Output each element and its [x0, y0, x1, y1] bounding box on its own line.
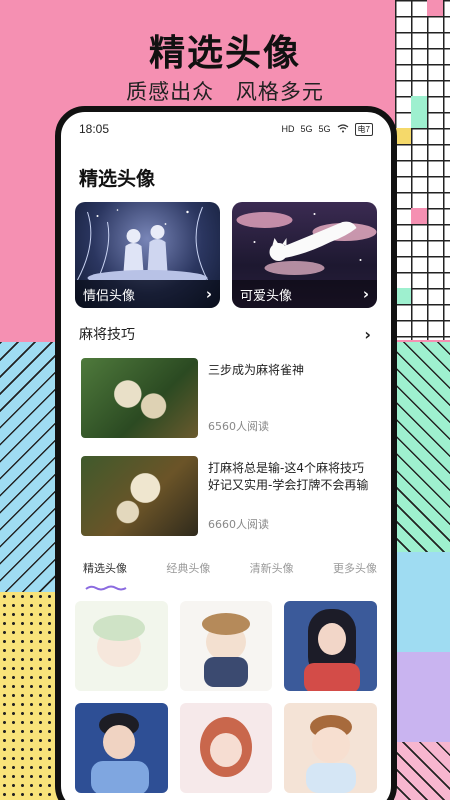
page-title: 精选头像	[79, 168, 156, 190]
avatar-hair	[93, 615, 145, 641]
grid-cell-mint	[395, 288, 411, 304]
signal-icon: 5G	[300, 124, 313, 134]
article-body: 三步成为麻将雀神 6560人阅读	[198, 358, 373, 438]
chevron-right-icon: ›	[205, 285, 212, 303]
signal-icon: 5G	[318, 124, 331, 134]
tab-classic[interactable]: 经典头像	[166, 560, 210, 576]
cute-avatar-card[interactable]: 可爱头像 ›	[232, 202, 377, 308]
tab-fresh[interactable]: 清新头像	[250, 560, 294, 576]
avatar-thumbnail[interactable]	[179, 601, 273, 691]
chevron-right-icon: ›	[362, 285, 369, 303]
tab-active-indicator	[85, 585, 127, 591]
wifi-icon	[337, 123, 349, 135]
avatar-thumbnail[interactable]	[179, 703, 273, 793]
status-icons: HD 5G 5G 电7	[281, 122, 373, 136]
card-label: 情侣头像	[83, 288, 136, 304]
bg-block-blue	[392, 552, 450, 652]
hd-icon: HD	[281, 124, 295, 134]
category-cards: 情侣头像 › 可爱头像 ›	[61, 202, 391, 308]
avatar-body	[203, 657, 248, 687]
avatar-face	[103, 725, 135, 759]
promo-headline: 精选头像	[148, 33, 301, 74]
bg-stripes-right	[392, 342, 450, 552]
avatar-thumbnail[interactable]	[75, 601, 168, 691]
avatar-thumbnail[interactable]	[75, 703, 168, 793]
bg-dots	[0, 592, 62, 800]
grid-cell-pink	[411, 208, 427, 224]
bg-block-purple	[392, 652, 450, 742]
section-header[interactable]: 麻将技巧 ›	[61, 324, 391, 344]
couple-illustration	[77, 206, 208, 286]
article-title: 三步成为麻将雀神	[208, 363, 305, 377]
status-bar: 18:05 HD 5G 5G 电7	[61, 112, 391, 146]
phone-frame: 18:05 HD 5G 5G 电7 精选头像 情侣头像 › 可爱头像 › 麻将技…	[55, 106, 397, 800]
article-read-count: 6560人阅读	[208, 420, 269, 433]
avatar-body	[91, 761, 149, 793]
battery-icon: 电7	[354, 122, 373, 136]
card-label: 可爱头像	[240, 288, 293, 304]
avatar-body	[304, 663, 361, 691]
chevron-right-icon[interactable]: ›	[364, 325, 371, 344]
article-item[interactable]: 打麻将总是输-这4个麻将技巧好记又实用-学会打牌不会再输 6660人阅读	[61, 456, 391, 536]
cat-illustration	[236, 212, 377, 275]
avatar-thumbnail[interactable]	[284, 703, 377, 793]
status-time: 18:05	[79, 122, 110, 136]
avatar-grid	[61, 601, 391, 793]
mahjong-thumbnail	[81, 456, 198, 536]
section-title: 麻将技巧	[79, 327, 135, 343]
tab-more[interactable]: 更多头像	[333, 560, 377, 576]
bg-stripes-left	[0, 342, 62, 592]
card-footer: 可爱头像 ›	[232, 280, 377, 308]
avatar-hair	[201, 613, 250, 635]
grid-cell-yellow	[395, 128, 411, 144]
tab-featured[interactable]: 精选头像	[83, 560, 127, 576]
avatar-body	[306, 763, 357, 793]
grid-cell-mint	[411, 112, 427, 128]
avatar-face	[209, 733, 242, 767]
grid-cell-pink	[427, 0, 443, 16]
avatar-thumbnail[interactable]	[284, 601, 377, 691]
avatar-face	[312, 727, 351, 763]
mahjong-thumbnail	[81, 358, 198, 438]
article-read-count: 6660人阅读	[208, 518, 269, 531]
avatar-tabs: 精选头像 经典头像 清新头像 更多头像	[61, 560, 391, 576]
article-title: 打麻将总是输-这4个麻将技巧好记又实用-学会打牌不会再输	[208, 461, 369, 492]
couple-avatar-card[interactable]: 情侣头像 ›	[75, 202, 220, 308]
card-footer: 情侣头像 ›	[75, 280, 220, 308]
article-body: 打麻将总是输-这4个麻将技巧好记又实用-学会打牌不会再输 6660人阅读	[198, 456, 373, 536]
bg-stripes-pink	[392, 742, 450, 800]
article-item[interactable]: 三步成为麻将雀神 6560人阅读	[61, 358, 391, 438]
promo-subline: 质感出众 风格多元	[126, 80, 324, 104]
